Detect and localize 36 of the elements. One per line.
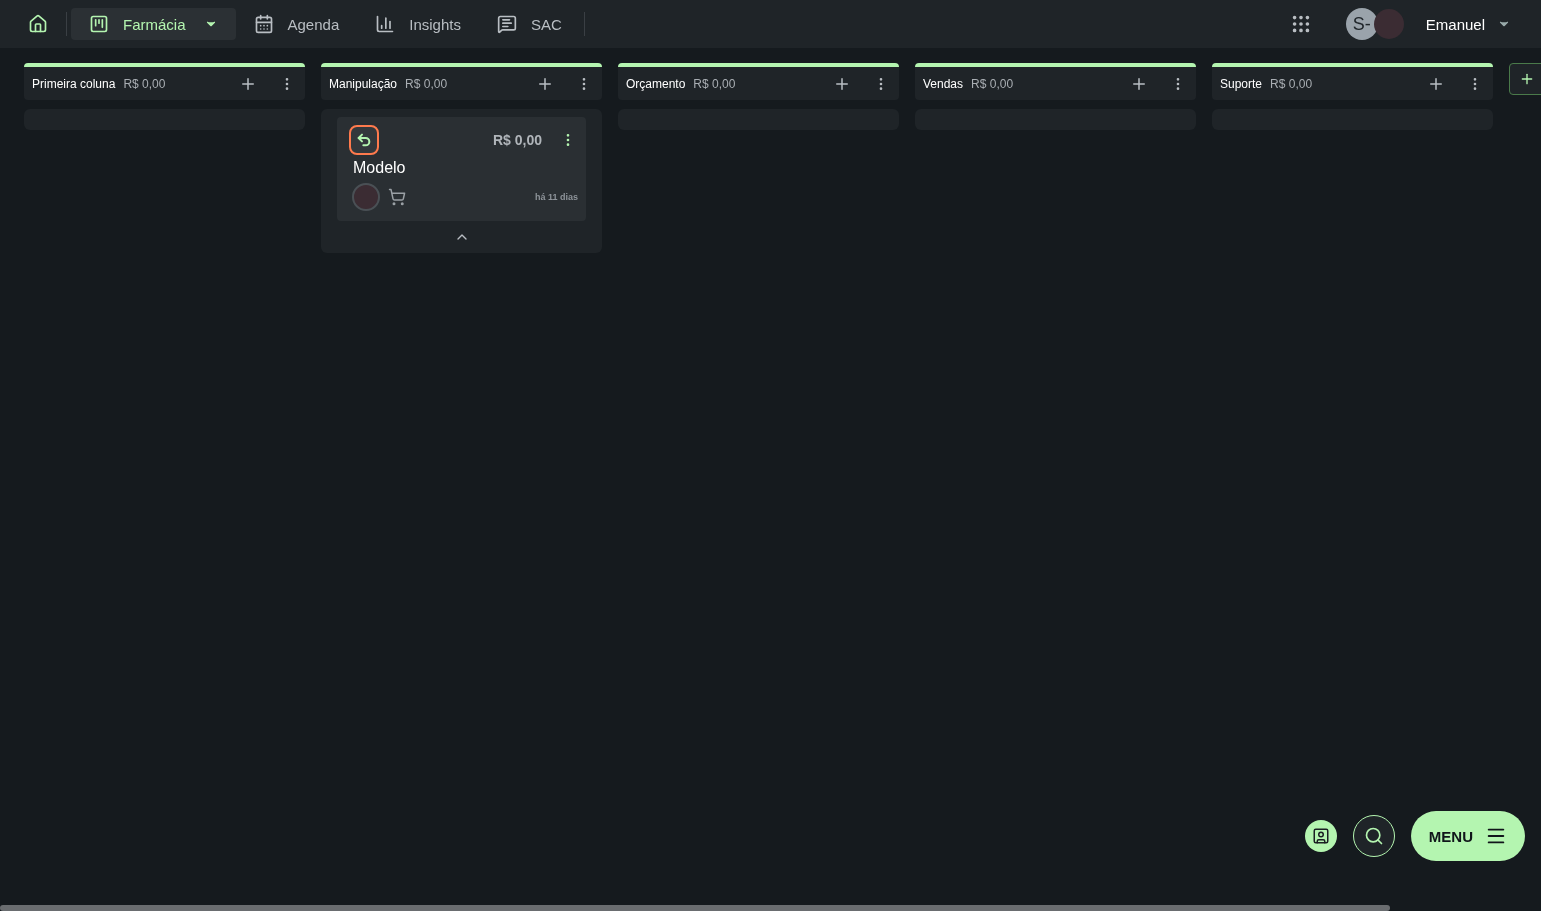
add-column-button[interactable] bbox=[1509, 63, 1541, 95]
column-total: R$ 0,00 bbox=[1270, 76, 1314, 91]
nav-tab-icon bbox=[253, 14, 274, 34]
search-button[interactable] bbox=[1352, 815, 1395, 857]
add-icon[interactable] bbox=[1519, 71, 1535, 87]
column-name: Orçamento bbox=[626, 76, 686, 91]
photo-placeholder bbox=[1373, 9, 1404, 39]
nav-tab[interactable]: SAC bbox=[478, 8, 580, 40]
nav-tab[interactable]: Agenda bbox=[235, 8, 358, 40]
avatar-placeholder bbox=[352, 183, 380, 211]
card-age: há 11 dias bbox=[534, 192, 578, 202]
column-total: R$ 0,00 bbox=[123, 76, 167, 91]
column-name: Vendas bbox=[923, 76, 964, 91]
return-icon bbox=[349, 125, 379, 155]
scrollbar[interactable] bbox=[0, 905, 1390, 911]
nav-tab-icon bbox=[89, 14, 109, 34]
column-total: R$ 0,00 bbox=[405, 76, 449, 91]
nav-tab-icon bbox=[496, 14, 517, 34]
nav-tab[interactable]: Farmácia bbox=[71, 8, 236, 40]
deal-card[interactable]: R$ 0,00 Modelo há 11 dias bbox=[337, 117, 586, 221]
cart-icon bbox=[388, 188, 406, 206]
card-value: R$ 0,00 bbox=[492, 132, 542, 148]
card-title: Modelo bbox=[353, 159, 407, 177]
contact-button[interactable] bbox=[1304, 820, 1337, 852]
contact-icon[interactable] bbox=[1311, 827, 1330, 845]
initials-avatar: S- bbox=[1345, 8, 1378, 40]
search-icon[interactable] bbox=[1363, 826, 1384, 846]
column-total: R$ 0,00 bbox=[693, 76, 737, 91]
user-menu[interactable]: Emanuel bbox=[1419, 14, 1517, 34]
nav-tab-icon bbox=[375, 14, 396, 34]
nav-tab[interactable]: Insights bbox=[357, 8, 479, 40]
menu-button[interactable]: MENU bbox=[1410, 811, 1525, 861]
column-total: R$ 0,00 bbox=[971, 76, 1015, 91]
column-name: Suporte bbox=[1220, 76, 1263, 91]
column-name: Manipulação bbox=[329, 76, 398, 91]
column-name: Primeira coluna bbox=[32, 76, 116, 91]
